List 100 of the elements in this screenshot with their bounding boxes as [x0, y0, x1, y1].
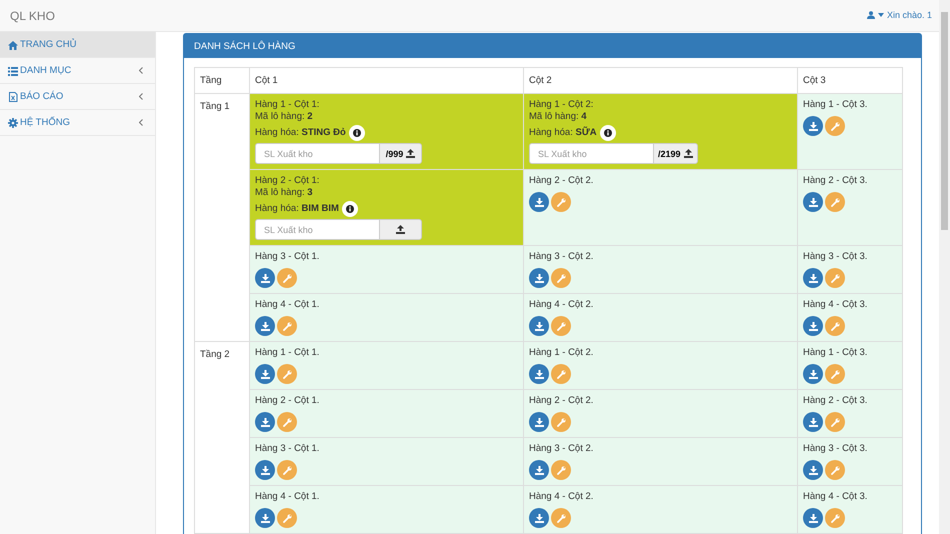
download-button[interactable]	[529, 316, 549, 336]
sidebar-item[interactable]: HỆ THỐNG	[0, 110, 155, 136]
quantity-input[interactable]: SL Xuất kho	[255, 219, 379, 240]
download-icon	[260, 514, 270, 522]
download-button[interactable]	[255, 364, 275, 384]
sidebar-item[interactable]: DANH MỤC	[0, 58, 155, 84]
download-button[interactable]	[529, 460, 549, 480]
lot-code: Mã lô hàng: 2	[255, 111, 314, 123]
download-icon	[808, 466, 818, 474]
download-button[interactable]	[529, 192, 549, 212]
download-icon	[808, 122, 818, 130]
quantity-input[interactable]: SL Xuất kho	[255, 143, 379, 164]
download-icon	[534, 274, 544, 282]
caret-icon	[878, 13, 884, 17]
wrench-icon	[830, 418, 840, 426]
wrench-icon	[556, 370, 566, 378]
download-button[interactable]	[255, 268, 275, 288]
download-icon	[260, 370, 270, 378]
cell-title: Hàng 2 - Cột 3.	[803, 395, 868, 407]
cell-title: Hàng 4 - Cột 3.	[803, 299, 868, 311]
download-button[interactable]	[803, 192, 823, 212]
wrench-icon	[282, 370, 292, 378]
user-menu[interactable]: Xin chào. 1	[866, 10, 932, 20]
cell-title: Hàng 2 - Cột 3.	[803, 175, 868, 187]
scrollbar[interactable]	[939, 0, 950, 534]
column-header: Tầng	[194, 68, 250, 94]
panel-title: DANH SÁCH LÔ HÀNG	[184, 34, 921, 58]
download-button[interactable]	[803, 316, 823, 336]
cell-title: Hàng 2 - Cột 1:	[255, 175, 320, 187]
download-icon	[260, 466, 270, 474]
download-icon	[260, 274, 270, 282]
download-icon	[808, 370, 818, 378]
download-icon	[260, 418, 270, 426]
cell-title: Hàng 3 - Cột 2.	[529, 443, 594, 455]
upload-icon	[396, 225, 405, 234]
download-icon	[808, 418, 818, 426]
cell-title: Hàng 4 - Cột 1.	[255, 491, 320, 503]
download-button[interactable]	[803, 116, 823, 136]
column-header: Cột 2	[524, 68, 798, 94]
download-button[interactable]	[255, 460, 275, 480]
column-header: Cột 3	[798, 68, 902, 94]
wrench-icon	[556, 418, 566, 426]
cell-title: Hàng 4 - Cột 3.	[803, 491, 868, 503]
list-icon	[8, 66, 18, 76]
download-button[interactable]	[803, 364, 823, 384]
info-icon	[352, 129, 361, 137]
info-button[interactable]	[600, 125, 616, 141]
upload-icon	[406, 149, 416, 158]
download-icon	[534, 514, 544, 522]
upload-icon	[684, 149, 693, 158]
wrench-icon	[282, 274, 292, 282]
sidebar-item[interactable]: TRANG CHỦ	[0, 32, 155, 58]
cell-title: Hàng 1 - Cột 1.	[255, 347, 320, 359]
wrench-icon	[282, 466, 292, 474]
download-icon	[534, 322, 544, 330]
wrench-icon	[830, 322, 840, 330]
wrench-icon	[556, 466, 566, 474]
cell-title: Hàng 3 - Cột 3.	[803, 251, 868, 263]
lot-code: Mã lô hàng: 3	[255, 187, 314, 199]
quantity-input[interactable]: SL Xuất kho	[529, 143, 653, 164]
goods-name: Hàng hóa: STING Đỏ	[255, 127, 346, 139]
cell-title: Hàng 3 - Cột 1.	[255, 251, 320, 263]
lot-code: Mã lô hàng: 4	[529, 111, 588, 123]
download-button[interactable]	[803, 412, 823, 432]
info-icon	[346, 205, 354, 213]
export-button[interactable]	[379, 219, 422, 240]
wrench-icon	[830, 466, 840, 474]
download-button[interactable]	[529, 412, 549, 432]
document-icon	[8, 92, 18, 102]
download-button[interactable]	[529, 268, 549, 288]
download-button[interactable]	[255, 412, 275, 432]
cell-title: Hàng 1 - Cột 3.	[803, 99, 868, 111]
download-icon	[534, 370, 544, 378]
cell-title: Hàng 1 - Cột 3.	[803, 347, 868, 359]
download-icon	[808, 198, 818, 206]
goods-name: Hàng hóa: SỮA	[529, 127, 597, 139]
cell-title: Hàng 3 - Cột 1.	[255, 443, 320, 455]
wrench-icon	[282, 418, 292, 426]
export-button[interactable]: /2199	[653, 143, 698, 164]
wrench-icon	[830, 370, 840, 378]
app-title[interactable]: QL KHO	[10, 8, 55, 22]
info-button[interactable]	[348, 125, 365, 141]
download-button[interactable]	[529, 364, 549, 384]
download-icon	[534, 418, 544, 426]
download-icon	[808, 514, 818, 522]
download-button[interactable]	[803, 508, 823, 528]
download-button[interactable]	[255, 316, 275, 336]
download-button[interactable]	[803, 268, 823, 288]
export-button[interactable]: /999	[379, 143, 422, 164]
download-button[interactable]	[803, 460, 823, 480]
cell-title: Hàng 2 - Cột 2.	[529, 175, 594, 187]
download-button[interactable]	[529, 508, 549, 528]
cell-title: Hàng 3 - Cột 2.	[529, 251, 594, 263]
download-button[interactable]	[255, 508, 275, 528]
cell-title: Hàng 1 - Cột 2:	[529, 99, 594, 111]
cell-title: Hàng 4 - Cột 2.	[529, 299, 594, 311]
sidebar-item[interactable]: BÁO CÁO	[0, 84, 155, 110]
download-icon	[808, 322, 818, 330]
download-icon	[260, 322, 270, 330]
info-button[interactable]	[342, 201, 358, 217]
